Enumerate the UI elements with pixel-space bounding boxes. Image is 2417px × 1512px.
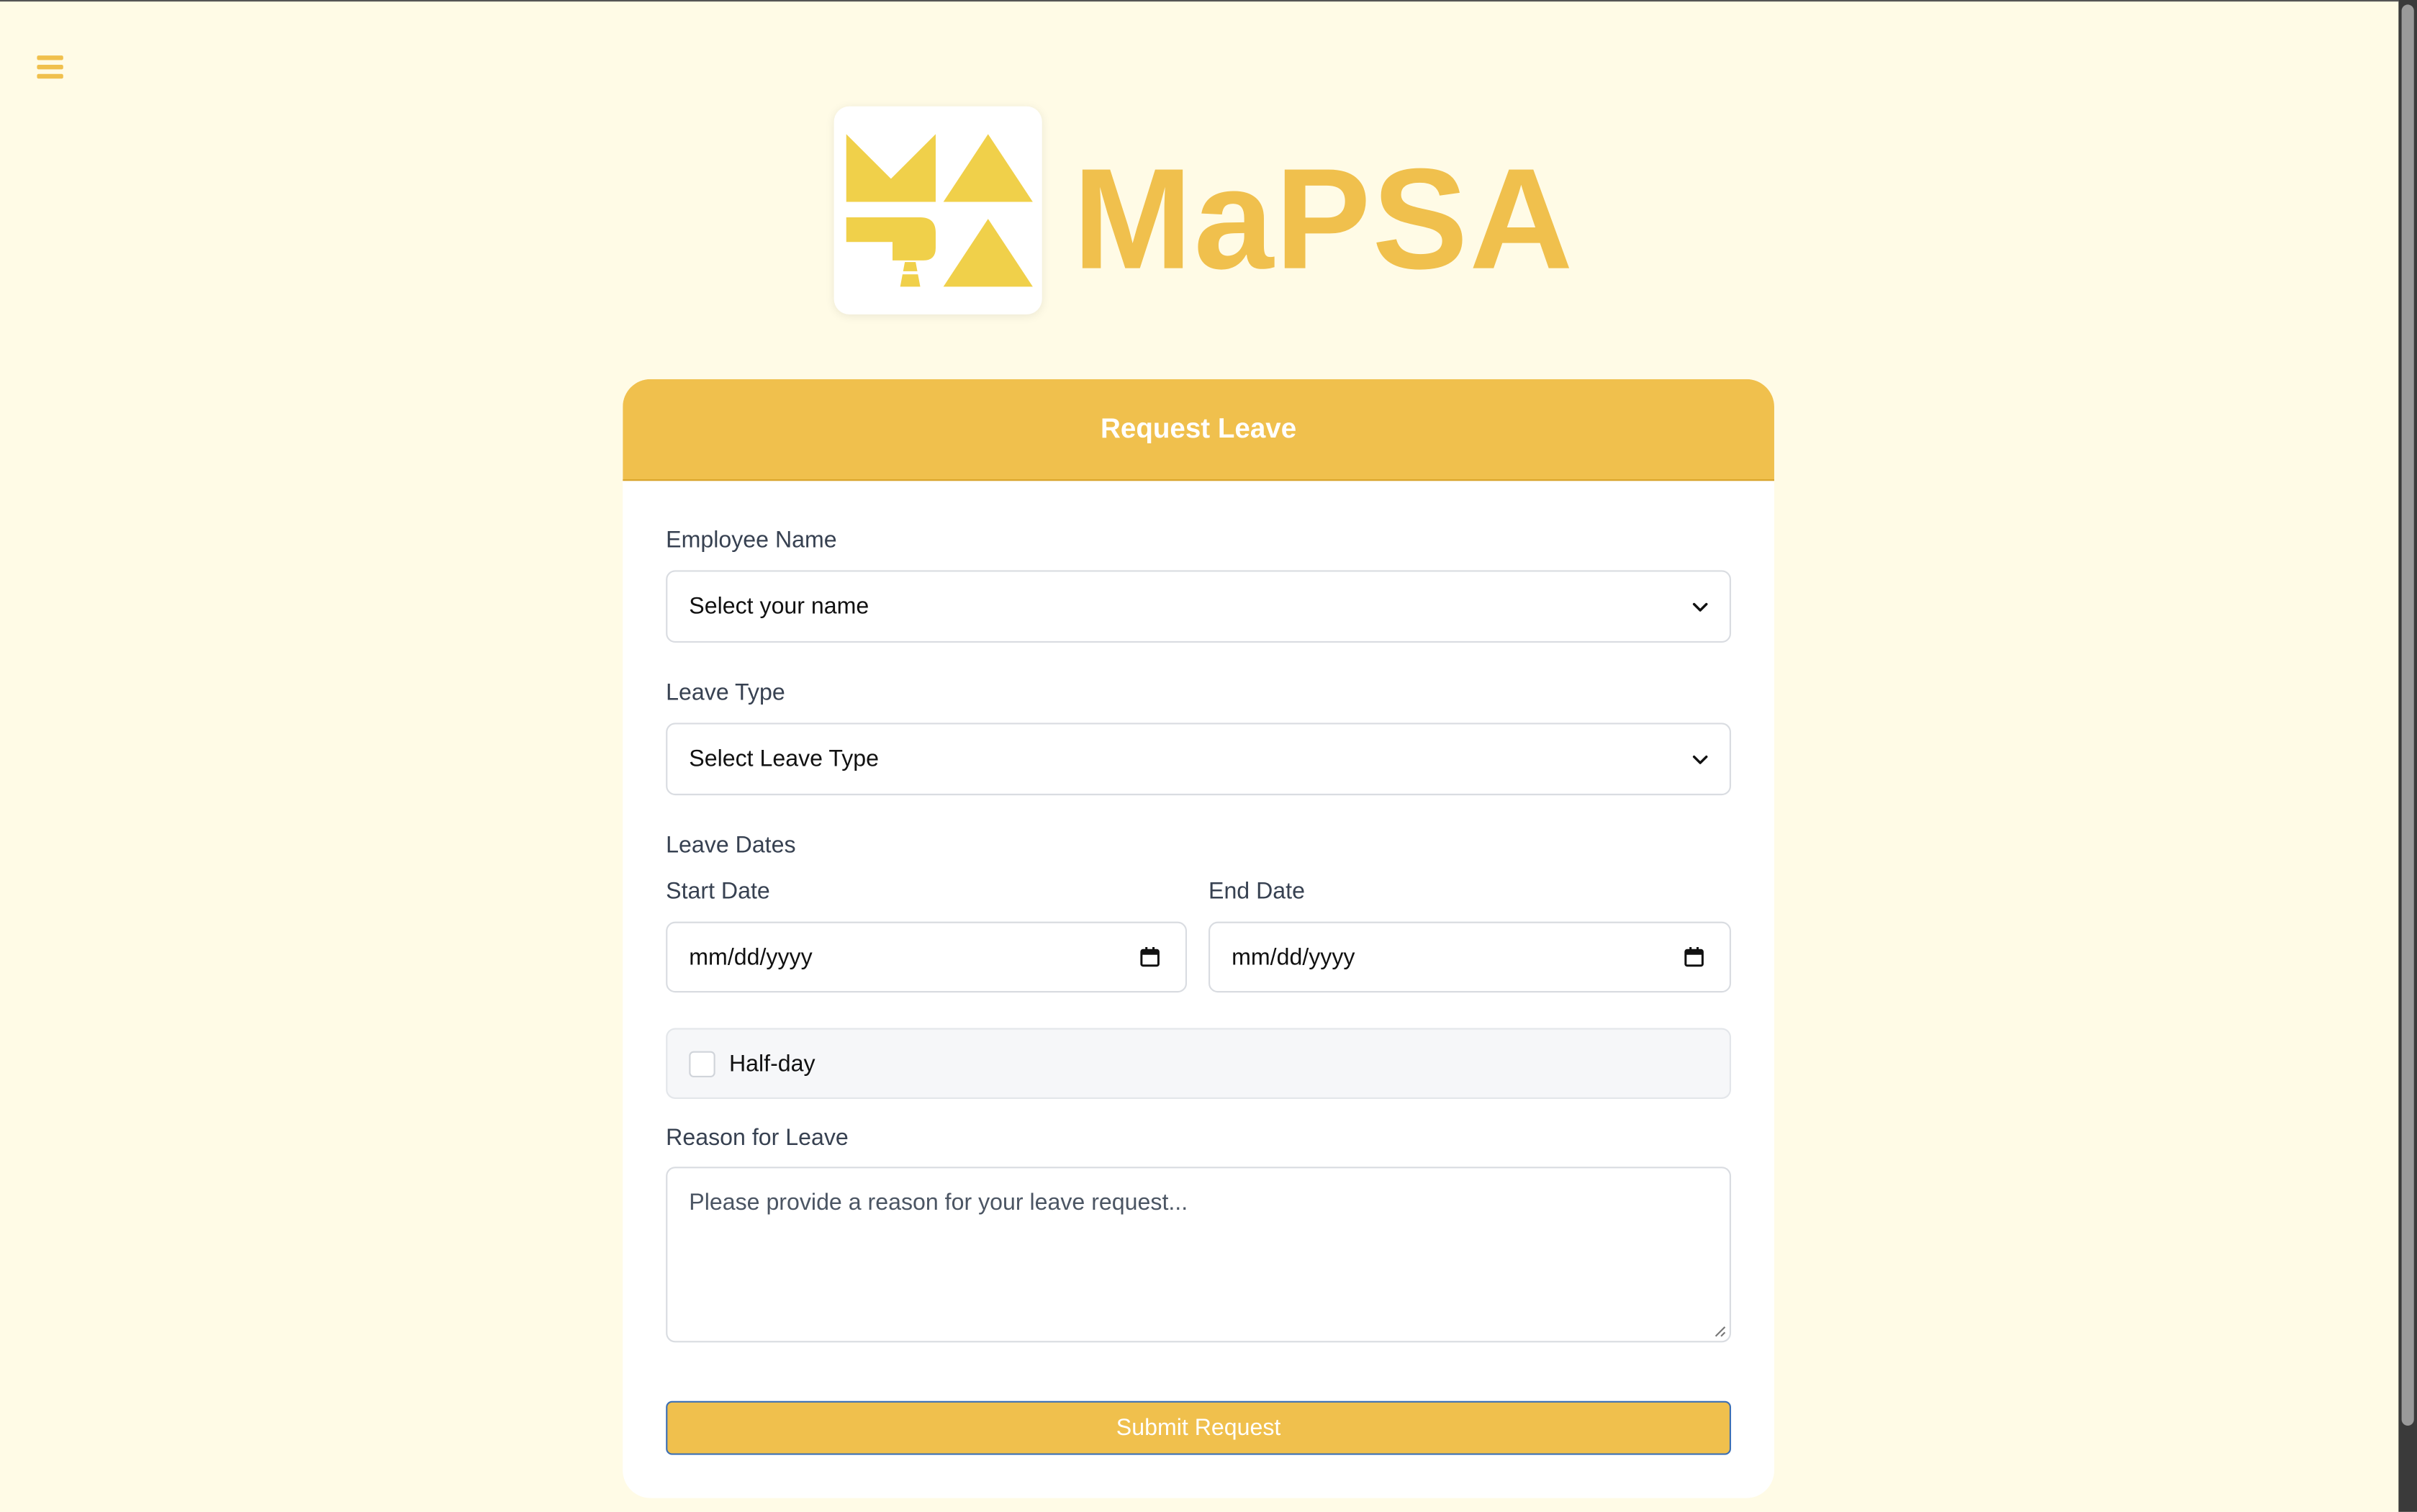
- start-date-label: Start Date: [666, 878, 770, 905]
- start-date-input[interactable]: mm/dd/yyyy: [666, 921, 1188, 993]
- calendar-icon[interactable]: [1684, 946, 1705, 968]
- brand-name: MaPSA: [1072, 138, 1575, 299]
- hamburger-menu-icon[interactable]: [34, 53, 68, 83]
- window-top-border: [0, 0, 2399, 2]
- card-header: Request Leave: [623, 379, 1774, 481]
- half-day-option[interactable]: Half-day: [666, 1028, 1732, 1099]
- reason-label: Reason for Leave: [666, 1125, 849, 1151]
- card-title: Request Leave: [1101, 412, 1297, 444]
- leave-type-label: Leave Type: [666, 679, 785, 706]
- leave-type-value: Select Leave Type: [689, 746, 880, 772]
- resize-grip-icon[interactable]: [1714, 1326, 1726, 1338]
- employee-name-value: Select your name: [689, 593, 869, 620]
- page: MaPSA Request Leave Employee Name Select…: [0, 0, 2417, 1512]
- leave-type-select[interactable]: Select Leave Type: [666, 723, 1732, 796]
- calendar-icon[interactable]: [1139, 946, 1161, 968]
- chevron-down-icon: [1692, 754, 1708, 764]
- request-leave-card: Request Leave Employee Name Select your …: [623, 379, 1774, 1498]
- employee-name-label: Employee Name: [666, 527, 837, 553]
- end-date-value: mm/dd/yyyy: [1232, 943, 1355, 971]
- reason-textarea[interactable]: Please provide a reason for your leave r…: [666, 1167, 1732, 1343]
- start-date-value: mm/dd/yyyy: [689, 943, 813, 971]
- leave-dates-label: Leave Dates: [666, 832, 796, 859]
- submit-request-button[interactable]: Submit Request: [666, 1400, 1732, 1455]
- brand-logo: [833, 106, 1042, 314]
- vertical-scrollbar[interactable]: [2398, 0, 2417, 1512]
- employee-name-select[interactable]: Select your name: [666, 570, 1732, 643]
- brand-logo-graphic: [846, 134, 1033, 287]
- chevron-down-icon: [1692, 602, 1708, 611]
- half-day-checkbox[interactable]: [689, 1050, 715, 1077]
- end-date-label: End Date: [1208, 878, 1305, 905]
- reason-placeholder: Please provide a reason for your leave r…: [689, 1190, 1188, 1216]
- half-day-label[interactable]: Half-day: [729, 1051, 816, 1077]
- end-date-input[interactable]: mm/dd/yyyy: [1208, 921, 1732, 993]
- scrollbar-thumb[interactable]: [2401, 4, 2414, 1426]
